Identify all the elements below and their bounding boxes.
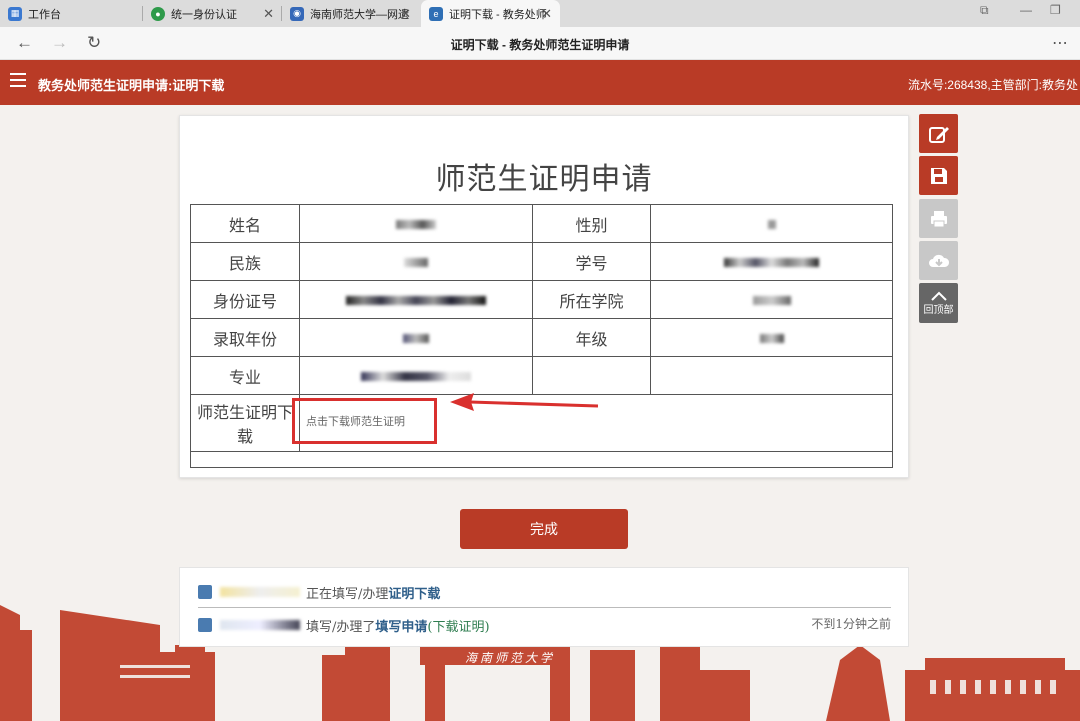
edit-icon [928, 126, 949, 143]
app-title: 教务处师范生证明申请:证明下载 [38, 78, 225, 93]
more-icon[interactable]: ⋯ [1052, 33, 1068, 53]
user-name [220, 587, 300, 597]
admission-year-label: 录取年份 [190, 318, 300, 357]
log-item: 填写/办理了填写申请(下载证明) [198, 614, 490, 636]
user-name [220, 620, 300, 630]
grade-label: 年级 [532, 318, 651, 357]
admission-year-value [299, 318, 533, 357]
divider [198, 607, 891, 608]
empty-cell [532, 356, 651, 395]
close-icon[interactable]: ✕ [400, 6, 411, 22]
grid-icon: ▦ [8, 6, 22, 21]
site-icon: ● [151, 6, 165, 21]
ethnicity-value [299, 242, 533, 281]
gender-label: 性别 [532, 204, 651, 243]
student-id-value [650, 242, 893, 281]
download-label: 师范生证明下载 [190, 394, 300, 452]
tab-identity[interactable]: ● 统一身份认证 ✕ [143, 0, 282, 27]
table-row [190, 451, 893, 468]
tab-certificate[interactable]: e 证明下载 - 教务处师 ✕ [421, 0, 560, 27]
table-row: 专业 [190, 356, 893, 395]
form-title: 师范生证明申请 [435, 162, 653, 197]
table-row: 民族 学号 [190, 242, 893, 281]
arrow-icon [450, 393, 599, 411]
svg-text:海南师范大学: 海南师范大学 [465, 651, 555, 665]
maximize-icon[interactable]: ❐ [1050, 3, 1061, 17]
site-icon: ◉ [290, 6, 304, 21]
major-label: 专业 [190, 356, 300, 395]
minimize-icon[interactable]: — [1020, 3, 1032, 17]
save-button[interactable] [919, 156, 958, 195]
ethnicity-label: 民族 [190, 242, 300, 281]
page-title: 证明下载 - 教务处师范生证明申请 [450, 38, 630, 52]
menu-icon[interactable] [10, 73, 26, 87]
log-text: 正在填写/办理证明下载 [306, 586, 441, 602]
close-icon[interactable]: ✕ [263, 6, 274, 22]
edit-button[interactable] [919, 114, 958, 153]
id-number-label: 身份证号 [190, 280, 300, 319]
tab-title: 海南师范大学—网遗 [310, 8, 409, 21]
browser-tab-bar: ▦ 工作台 ● 统一身份认证 ✕ ◉ 海南师范大学—网遗 ✕ e 证明下载 - … [0, 0, 1080, 27]
college-label: 所在学院 [532, 280, 651, 319]
done-button[interactable]: 完成 [460, 509, 628, 549]
gender-value [650, 204, 893, 243]
user-icon [198, 618, 212, 632]
log-timestamp: 不到1分钟之前 [811, 617, 891, 631]
tab-title: 统一身份认证 [171, 8, 237, 21]
print-button[interactable] [919, 199, 958, 238]
download-button[interactable] [919, 241, 958, 280]
download-certificate-log-link[interactable]: (下载证明) [427, 620, 489, 635]
student-id-label: 学号 [532, 242, 651, 281]
restore-icon[interactable]: ⧉ [980, 3, 989, 18]
college-value [650, 280, 893, 319]
tab-workbench[interactable]: ▦ 工作台 [0, 0, 143, 27]
activity-log-panel: 正在填写/办理证明下载 填写/办理了填写申请(下载证明) 不到1分钟之前 [179, 567, 909, 647]
highlight-box [292, 398, 437, 444]
name-label: 姓名 [190, 204, 300, 243]
user-icon [198, 585, 212, 599]
edge-icon: e [429, 6, 443, 21]
save-icon [930, 167, 947, 184]
grade-value [650, 318, 893, 357]
tab-title: 工作台 [28, 8, 61, 21]
table-row: 录取年份 年级 [190, 318, 893, 357]
back-to-top-label: 回顶部 [923, 304, 954, 316]
close-icon[interactable]: ✕ [541, 6, 552, 22]
empty-cell [190, 451, 893, 468]
chevron-up-icon [930, 291, 947, 301]
major-value [299, 356, 533, 395]
serial-info: 流水号:268438,主管部门:教务处 [907, 78, 1078, 92]
table-row: 姓名 性别 [190, 204, 893, 243]
browser-toolbar: ← → ↻ 证明下载 - 教务处师范生证明申请 ⋯ [0, 27, 1080, 60]
id-number-value [299, 280, 533, 319]
back-to-top-button[interactable]: 回顶部 [919, 283, 958, 323]
tab-title: 证明下载 - 教务处师 [449, 8, 547, 21]
print-icon [930, 210, 947, 227]
certificate-form-panel: 师范生证明申请 姓名 性别 民族 学号 身份证号 所在学院 录取年份 年级 专业… [179, 115, 909, 478]
tab-university[interactable]: ◉ 海南师范大学—网遗 ✕ [282, 0, 419, 27]
empty-cell [650, 356, 893, 395]
cloud-download-icon [928, 254, 949, 267]
log-item: 正在填写/办理证明下载 [198, 581, 440, 603]
app-header: 教务处师范生证明申请:证明下载 流水号:268438,主管部门:教务处 [0, 60, 1080, 105]
log-text: 填写/办理了填写申请(下载证明) [306, 619, 490, 635]
name-value [299, 204, 533, 243]
table-row: 身份证号 所在学院 [190, 280, 893, 319]
